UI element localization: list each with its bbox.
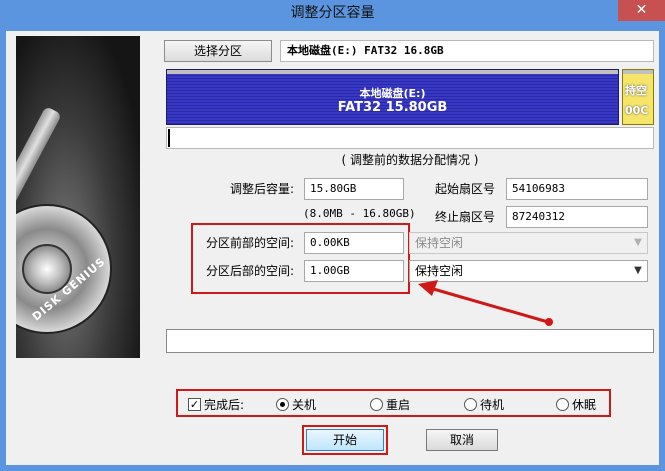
radio-standby[interactable]: 待机 — [464, 395, 504, 415]
partition-name-label: 本地磁盘(E:) — [359, 87, 426, 100]
radio-unselected-icon — [370, 398, 383, 411]
radio-restart[interactable]: 重启 — [370, 395, 410, 415]
size-after-input[interactable]: 15.80GB — [304, 178, 404, 200]
size-range-hint: (8.0MB - 16.80GB) — [303, 207, 416, 220]
radio-shutdown-label: 关机 — [292, 398, 317, 412]
before-space-label: 分区前部的空间: — [206, 236, 295, 250]
close-icon: ✕ — [635, 2, 648, 18]
operation-progress-bar — [166, 329, 654, 353]
disk-genius-banner-image: DISK GENIUS — [16, 36, 140, 358]
start-sector-input[interactable]: 54106983 — [506, 178, 648, 200]
resize-slider-handle[interactable] — [168, 129, 170, 147]
annotation-arrow-icon — [418, 280, 553, 326]
disk-partition-map[interactable]: 本地磁盘(E:) FAT32 15.80GB 持空 00C — [166, 69, 654, 125]
free-space-block[interactable]: 持空 00C — [622, 69, 654, 125]
free-space-name-label: 持空 — [625, 84, 647, 97]
start-button[interactable]: 开始 — [306, 429, 384, 451]
window-title: 调整分区容量 — [290, 5, 375, 21]
resize-slider-track[interactable] — [166, 127, 654, 149]
dialog-window: 调整分区容量 ✕ DISK GENIUS 选择分区 本地磁盘(E:) FAT32… — [0, 0, 665, 471]
size-after-label: 调整后容量: — [230, 182, 295, 196]
section-title: ( 调整前的数据分配情况 ) — [341, 153, 479, 167]
radio-unselected-icon — [556, 398, 569, 411]
after-space-input[interactable]: 1.00GB — [304, 260, 404, 282]
before-space-mode-select: 保持空闲 ▼ — [409, 232, 648, 254]
partition-info-field: 本地磁盘(E:) FAT32 16.8GB — [280, 40, 654, 62]
free-space-detail-label: 00C — [625, 104, 649, 117]
select-partition-button[interactable]: 选择分区 — [164, 40, 272, 62]
close-button[interactable]: ✕ — [618, 0, 665, 21]
after-space-label: 分区后部的空间: — [206, 264, 295, 278]
radio-hibernate[interactable]: 休眠 — [556, 395, 596, 415]
before-space-mode-value: 保持空闲 — [415, 236, 464, 250]
completion-checkbox-label: 完成后: — [204, 398, 245, 412]
title-bar[interactable]: 调整分区容量 ✕ — [0, 0, 665, 31]
chevron-down-icon: ▼ — [634, 265, 642, 276]
dialog-body: DISK GENIUS 选择分区 本地磁盘(E:) FAT32 16.8GB 本… — [6, 31, 659, 465]
completion-checkbox[interactable]: ✓ 完成后: — [188, 395, 244, 415]
free-usage-band — [623, 70, 653, 74]
checkbox-checked-icon: ✓ — [188, 398, 201, 411]
radio-hibernate-label: 休眠 — [572, 398, 597, 412]
radio-shutdown[interactable]: 关机 — [276, 395, 316, 415]
cancel-button[interactable]: 取消 — [426, 429, 498, 451]
radio-unselected-icon — [464, 398, 477, 411]
before-space-input[interactable]: 0.00KB — [304, 232, 404, 254]
end-sector-label: 终止扇区号 — [435, 210, 496, 224]
end-sector-input[interactable]: 87240312 — [506, 206, 648, 228]
partition-detail-label: FAT32 15.80GB — [337, 100, 448, 115]
start-sector-label: 起始扇区号 — [435, 182, 496, 196]
radio-standby-label: 待机 — [480, 398, 505, 412]
radio-restart-label: 重启 — [386, 398, 411, 412]
partition-usage-band — [167, 70, 618, 74]
chevron-down-icon: ▼ — [634, 237, 642, 248]
radio-selected-icon — [276, 398, 289, 411]
partition-block-e[interactable]: 本地磁盘(E:) FAT32 15.80GB — [166, 69, 619, 125]
